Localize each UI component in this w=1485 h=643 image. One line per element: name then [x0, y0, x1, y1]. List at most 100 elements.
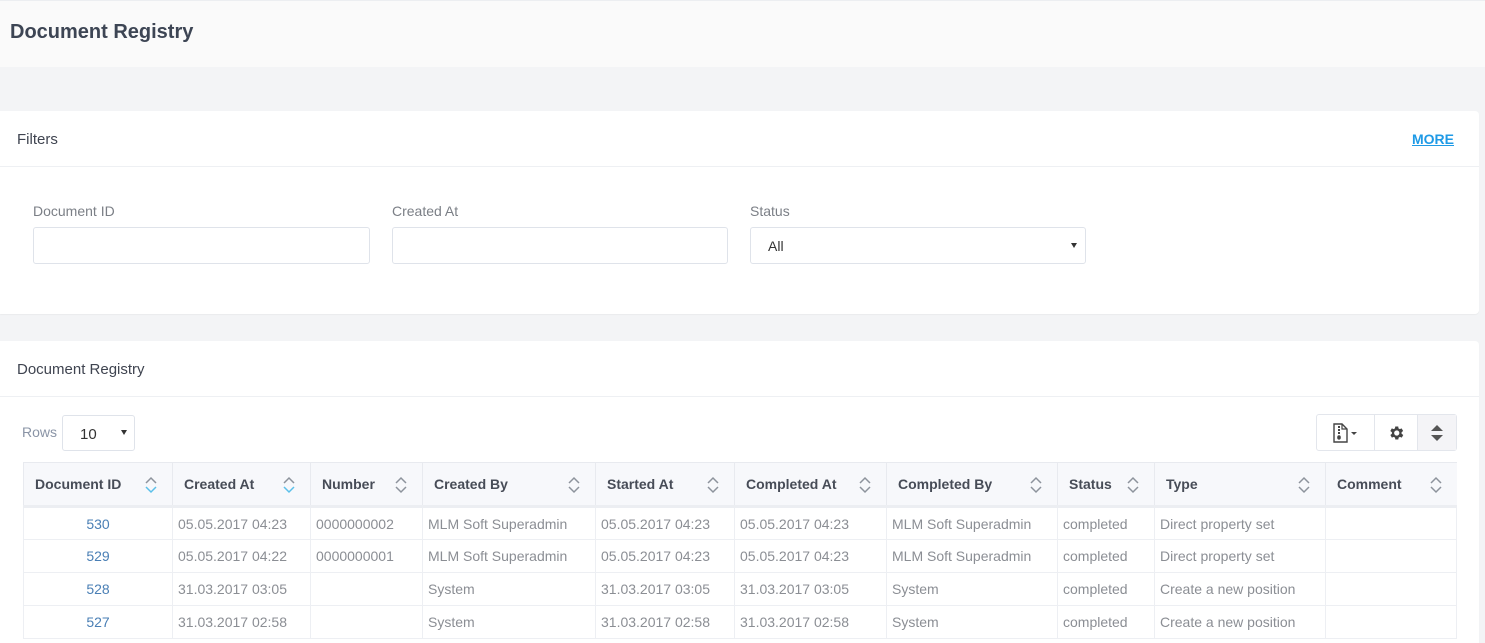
page-header: Document Registry: [0, 0, 1485, 67]
cell-number: 0000000001: [310, 539, 423, 573]
cell-status: completed: [1057, 572, 1155, 606]
sort-chevrons-icon[interactable]: [858, 475, 872, 495]
status-filter: Status All: [750, 203, 1086, 264]
column-header-label: Completed At: [746, 476, 837, 492]
documents-table: Document ID Created At Number Created By Sta…: [23, 462, 1457, 639]
cell-type: Direct property set: [1154, 506, 1326, 540]
cell-started-at: 05.05.2017 04:23: [595, 506, 735, 540]
sort-toggle-button[interactable]: [1418, 415, 1456, 450]
column-header-label: Document ID: [35, 476, 122, 492]
table-toolbar: [1316, 414, 1457, 451]
column-header-label: Completed By: [898, 476, 993, 492]
cell-number: 0000000002: [310, 506, 423, 540]
sort-chevrons-icon[interactable]: [1126, 475, 1140, 495]
cell-created-at: 05.05.2017 04:23: [172, 506, 311, 540]
column-header-number[interactable]: Number: [310, 462, 423, 508]
settings-button[interactable]: [1375, 415, 1418, 450]
document-id-filter: Document ID: [33, 203, 370, 264]
cell-completed-at: 05.05.2017 04:23: [734, 506, 887, 540]
status-label: Status: [750, 203, 790, 219]
sort-chevrons-icon[interactable]: [1429, 475, 1443, 495]
cell-completed-by: System: [886, 605, 1058, 639]
cell-created-at: 05.05.2017 04:22: [172, 539, 311, 573]
sort-chevrons-icon[interactable]: [1029, 475, 1043, 495]
status-select-value: All: [768, 238, 784, 254]
chevron-down-icon: [1071, 243, 1077, 248]
cell-started-at: 31.03.2017 03:05: [595, 572, 735, 606]
cell-type: Create a new position: [1154, 572, 1326, 606]
caret-down-icon: [1350, 431, 1357, 435]
cell-created-at: 31.03.2017 02:58: [172, 605, 311, 639]
sort-chevrons-icon[interactable]: [706, 475, 720, 495]
filters-panel: Filters MORE Document ID Created At Stat…: [0, 111, 1479, 314]
column-header-comment[interactable]: Comment: [1325, 462, 1457, 508]
table-row[interactable]: 528 31.03.2017 03:05 System 31.03.2017 03:0…: [23, 572, 1457, 606]
cell-comment: [1325, 506, 1457, 540]
document-id-link[interactable]: 530: [23, 506, 173, 540]
created-at-input[interactable]: [392, 227, 728, 264]
cell-type: Create a new position: [1154, 605, 1326, 639]
registry-header: Document Registry: [0, 341, 1479, 397]
column-header-document-id[interactable]: Document ID: [23, 462, 173, 508]
cell-number: [310, 605, 423, 639]
registry-panel: Document Registry Rows 10 Document ID Cr…: [0, 341, 1479, 643]
cell-comment: [1325, 539, 1457, 573]
page-title: Document Registry: [10, 21, 194, 43]
table-body: 530 05.05.2017 04:23 0000000002 MLM Soft Su…: [23, 506, 1457, 639]
rows-per-page-select[interactable]: 10: [62, 415, 135, 451]
sort-chevrons-icon[interactable]: [1297, 475, 1311, 495]
document-id-input[interactable]: [33, 227, 370, 264]
column-header-created-by[interactable]: Created By: [422, 462, 596, 508]
column-header-label: Number: [322, 476, 375, 492]
sort-icon: [1431, 424, 1443, 441]
cell-status: completed: [1057, 605, 1155, 639]
document-id-link[interactable]: 527: [23, 605, 173, 639]
cell-started-at: 05.05.2017 04:23: [595, 539, 735, 573]
rows-label: Rows: [22, 424, 58, 440]
document-id-label: Document ID: [33, 203, 115, 219]
cell-completed-at: 05.05.2017 04:23: [734, 539, 887, 573]
cell-completed-at: 31.03.2017 02:58: [734, 605, 887, 639]
rows-per-page-value: 10: [80, 426, 97, 443]
export-button[interactable]: [1317, 415, 1375, 450]
table-row[interactable]: 529 05.05.2017 04:22 0000000001 MLM Soft Su…: [23, 539, 1457, 573]
cell-completed-by: System: [886, 572, 1058, 606]
document-id-link[interactable]: 529: [23, 539, 173, 573]
cell-completed-by: MLM Soft Superadmin: [886, 506, 1058, 540]
cell-type: Direct property set: [1154, 539, 1326, 573]
column-header-status[interactable]: Status: [1057, 462, 1155, 508]
filters-header: Filters MORE: [0, 111, 1479, 167]
column-header-label: Status: [1069, 476, 1112, 492]
cell-comment: [1325, 605, 1457, 639]
column-header-label: Type: [1166, 476, 1198, 492]
cell-comment: [1325, 572, 1457, 606]
status-select[interactable]: All: [750, 227, 1086, 264]
cell-created-by: System: [422, 605, 596, 639]
column-header-label: Created At: [184, 476, 255, 492]
more-filters-link[interactable]: MORE: [1412, 131, 1454, 147]
file-zip-icon: [1332, 422, 1357, 443]
filters-title: Filters: [17, 131, 58, 148]
table-row[interactable]: 527 31.03.2017 02:58 System 31.03.2017 02:5…: [23, 605, 1457, 639]
cell-completed-by: MLM Soft Superadmin: [886, 539, 1058, 573]
registry-title: Document Registry: [17, 361, 145, 378]
cell-started-at: 31.03.2017 02:58: [595, 605, 735, 639]
cell-created-at: 31.03.2017 03:05: [172, 572, 311, 606]
column-header-completed-by[interactable]: Completed By: [886, 462, 1058, 508]
created-at-label: Created At: [392, 203, 459, 219]
column-header-completed-at[interactable]: Completed At: [734, 462, 887, 508]
cell-status: completed: [1057, 506, 1155, 540]
document-id-link[interactable]: 528: [23, 572, 173, 606]
column-header-started-at[interactable]: Started At: [595, 462, 735, 508]
sort-chevrons-icon[interactable]: [282, 475, 296, 495]
column-header-type[interactable]: Type: [1154, 462, 1326, 508]
sort-chevrons-icon[interactable]: [394, 475, 408, 495]
gear-icon: [1390, 425, 1404, 440]
cell-created-by: MLM Soft Superadmin: [422, 539, 596, 573]
sort-chevrons-icon[interactable]: [144, 475, 158, 495]
column-header-label: Created By: [434, 476, 508, 492]
column-header-label: Started At: [607, 476, 674, 492]
column-header-created-at[interactable]: Created At: [172, 462, 311, 508]
table-row[interactable]: 530 05.05.2017 04:23 0000000002 MLM Soft Su…: [23, 506, 1457, 540]
sort-chevrons-icon[interactable]: [567, 475, 581, 495]
